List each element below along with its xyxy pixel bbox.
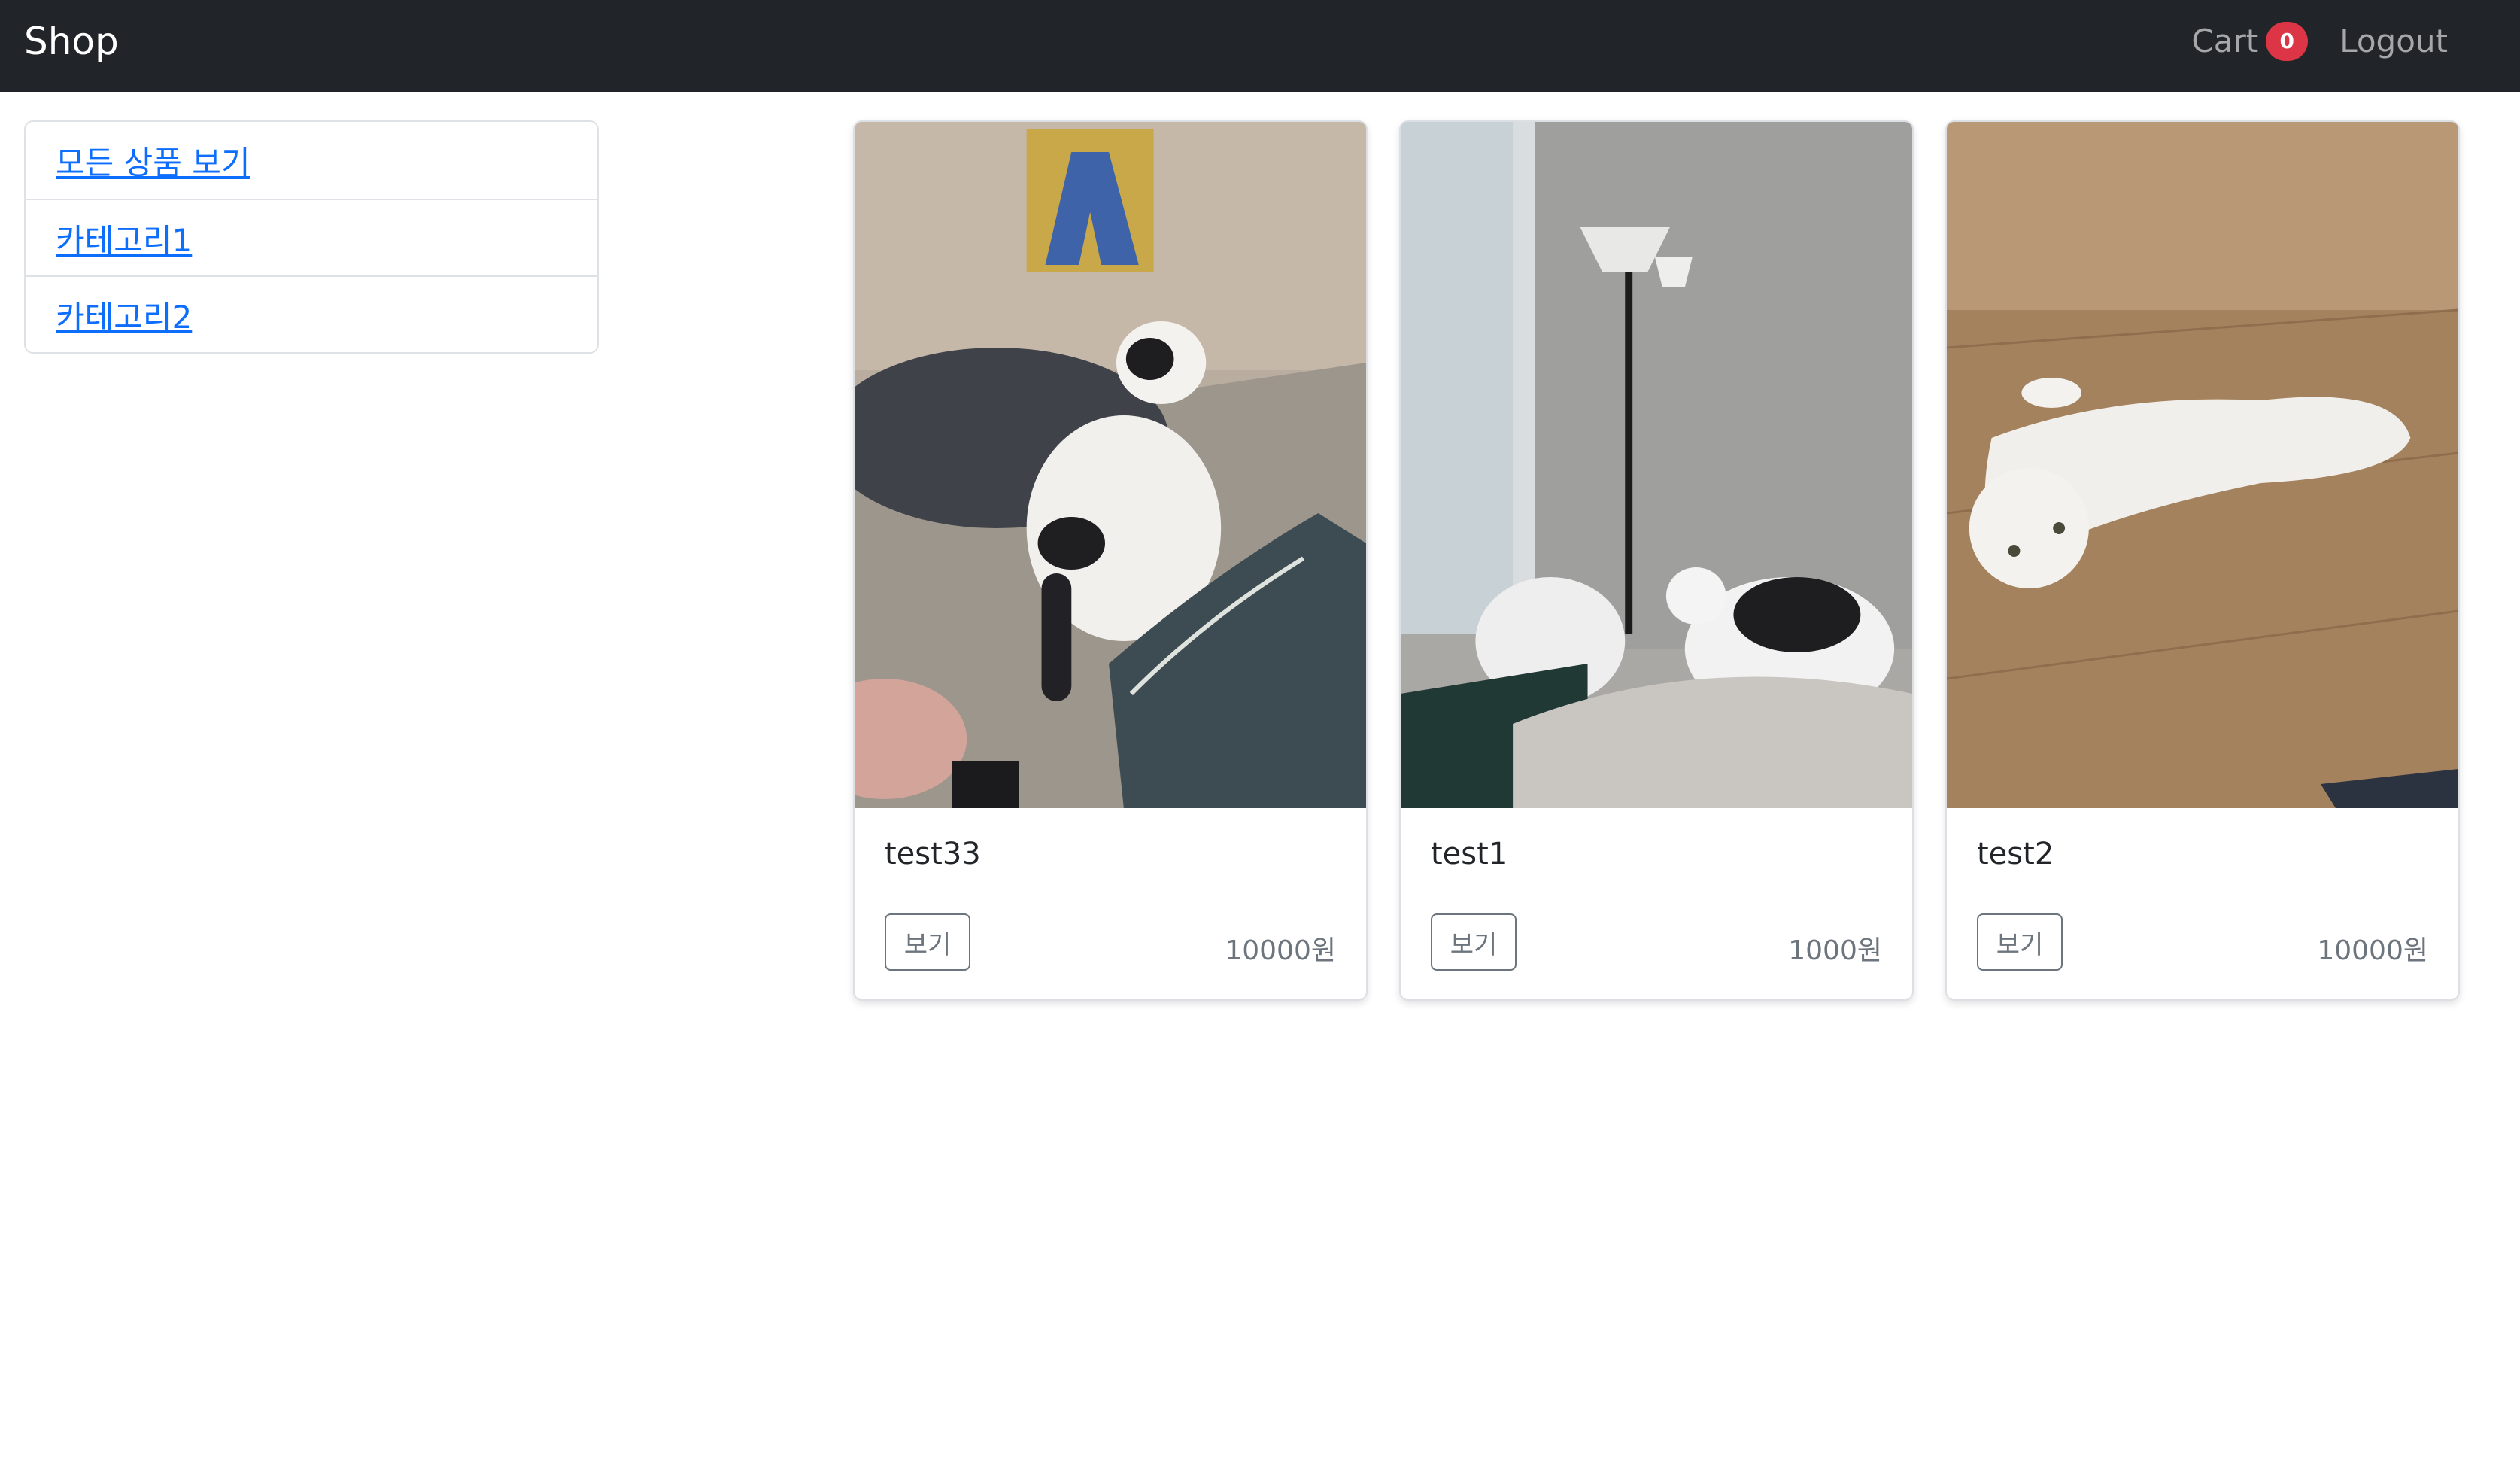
category-list: 모든 상품 보기 카테고리1 카테고리2 — [24, 120, 599, 354]
category-item-all: 모든 상품 보기 — [26, 122, 597, 199]
cart-count-badge: 0 — [2266, 22, 2309, 61]
view-button[interactable]: 보기 — [1977, 913, 2063, 971]
view-button[interactable]: 보기 — [1431, 913, 1517, 971]
cart-link[interactable]: Cart 0 — [2191, 17, 2309, 66]
product-image-cat-on-floor — [1947, 122, 2458, 808]
product-name: test2 — [1977, 837, 2054, 871]
category-link-all[interactable]: 모든 상품 보기 — [56, 138, 250, 184]
cart-label: Cart — [2191, 23, 2259, 59]
card-body: test1 보기 1000원 — [1401, 808, 1912, 999]
top-navbar: Shop Cart 0 Logout — [0, 0, 2520, 92]
category-item-1: 카테고리1 — [26, 199, 597, 275]
brand-link[interactable]: Shop — [24, 17, 119, 66]
product-name: test33 — [885, 837, 981, 871]
view-button[interactable]: 보기 — [885, 913, 970, 971]
product-card: test2 보기 10000원 — [1945, 120, 2460, 1001]
product-image-cat-on-bed — [855, 122, 1366, 808]
product-card: test1 보기 1000원 — [1399, 120, 1914, 1001]
product-price: 10000원 — [2317, 935, 2428, 966]
card-body: test2 보기 10000원 — [1947, 808, 2458, 999]
nav-right: Cart 0 Logout — [2191, 17, 2448, 66]
logout-link[interactable]: Logout — [2339, 17, 2448, 66]
category-link-1[interactable]: 카테고리1 — [56, 215, 192, 261]
product-card: test33 보기 10000원 — [853, 120, 1368, 1001]
category-link-2[interactable]: 카테고리2 — [56, 292, 192, 338]
product-name: test1 — [1431, 837, 1508, 871]
category-item-2: 카테고리2 — [26, 275, 597, 352]
card-body: test33 보기 10000원 — [855, 808, 1366, 999]
product-price: 1000원 — [1788, 935, 1882, 966]
product-image-cats-by-window — [1401, 122, 1912, 808]
product-price: 10000원 — [1225, 935, 1336, 966]
